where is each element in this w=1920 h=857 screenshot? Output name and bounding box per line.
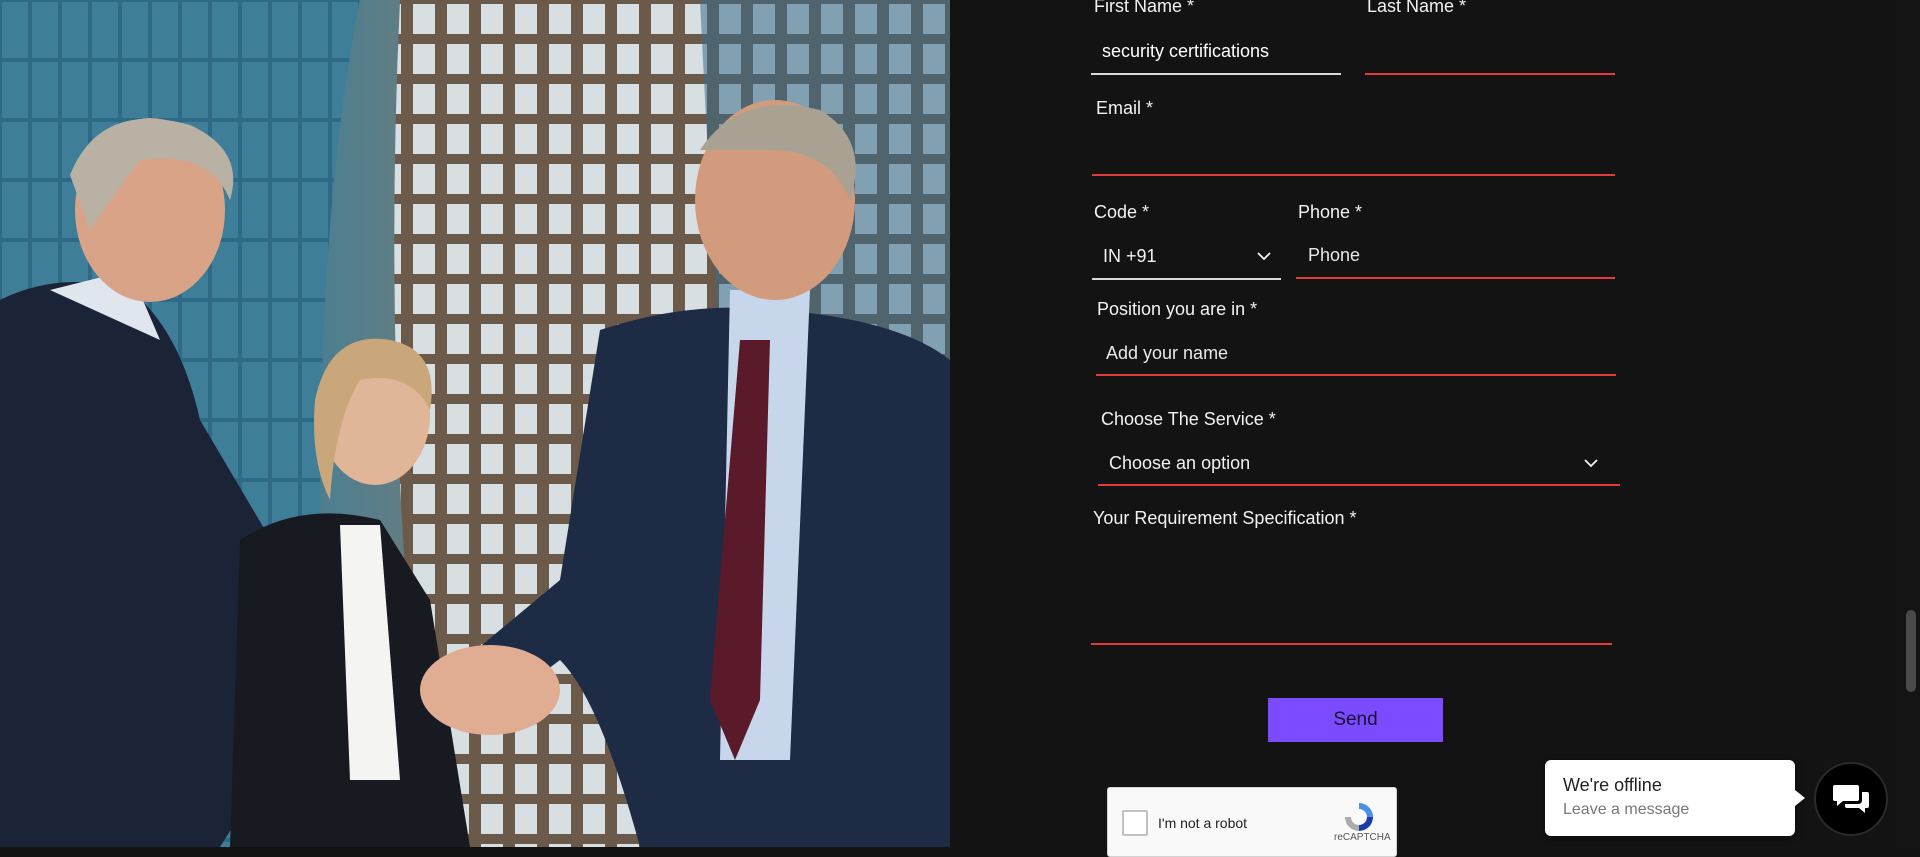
position-underline — [1096, 374, 1616, 376]
country-code-value: IN +91 — [1103, 245, 1157, 266]
email-input[interactable] — [1092, 134, 1614, 170]
first-name-underline — [1091, 73, 1341, 75]
recaptcha-logo-icon — [1345, 803, 1373, 831]
requirement-label: Your Requirement Specification * — [1093, 508, 1357, 528]
last-name-label: Last Name * — [1367, 0, 1467, 16]
requirement-underline — [1091, 643, 1612, 645]
first-name-label: First Name * — [1094, 0, 1195, 16]
recaptcha-label: I'm not a robot — [1158, 815, 1248, 831]
phone-label: Phone * — [1298, 202, 1363, 222]
position-input[interactable] — [1096, 335, 1615, 371]
requirement-textarea[interactable] — [1092, 538, 1614, 642]
phone-underline — [1296, 277, 1615, 279]
service-label: Choose The Service * — [1101, 409, 1276, 429]
first-name-input[interactable] — [1092, 34, 1340, 68]
service-underline — [1098, 484, 1620, 486]
chat-offline-bubble[interactable]: We're offline Leave a message — [1545, 760, 1805, 836]
chat-title: We're offline — [1563, 775, 1662, 795]
email-label: Email * — [1096, 98, 1154, 118]
page-scrollbar-track[interactable] — [1903, 0, 1920, 847]
chat-icon — [1833, 785, 1869, 813]
recaptcha-checkbox[interactable] — [1122, 810, 1148, 836]
handshake-photo — [0, 0, 950, 847]
chat-subtitle: Leave a message — [1563, 801, 1690, 818]
country-code-select[interactable]: IN +91 — [1093, 240, 1280, 272]
email-underline — [1092, 174, 1615, 176]
phone-input[interactable] — [1298, 238, 1614, 272]
service-select-value: Choose an option — [1109, 452, 1251, 473]
page-scrollbar-thumb[interactable] — [1906, 610, 1916, 692]
chevron-down-icon — [1584, 459, 1598, 468]
recaptcha-brand: reCAPTCHA — [1334, 832, 1391, 843]
code-label: Code * — [1094, 202, 1150, 222]
last-name-input[interactable] — [1366, 34, 1614, 68]
chat-launcher-button[interactable] — [1814, 762, 1888, 836]
position-label: Position you are in * — [1097, 299, 1258, 319]
service-select[interactable]: Choose an option — [1099, 446, 1619, 480]
chevron-down-icon — [1257, 252, 1271, 261]
last-name-underline — [1365, 73, 1615, 75]
code-underline — [1092, 278, 1281, 280]
send-button[interactable]: Send — [1268, 698, 1443, 742]
